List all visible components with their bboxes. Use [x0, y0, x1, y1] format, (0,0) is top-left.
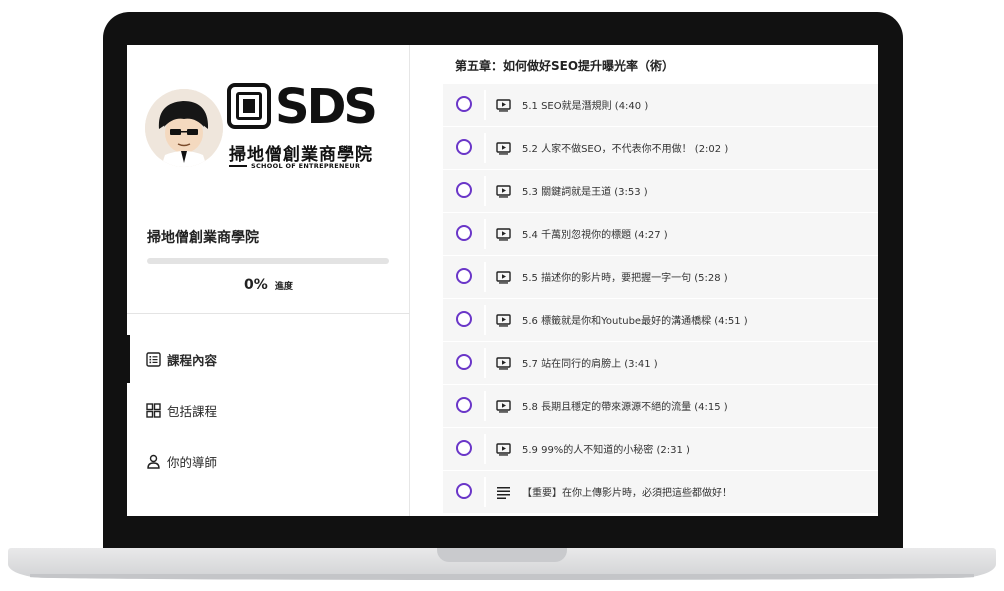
lesson-item[interactable]: 5.9 99%的人不知道的小秘密 (2:31 ): [443, 428, 878, 470]
lesson-separator: [484, 133, 486, 163]
progress-bar: [147, 258, 389, 264]
chapter-title: 第五章：如何做好SEO提升曝光率（術）: [455, 59, 675, 73]
lesson-complete-checkbox[interactable]: [456, 182, 472, 198]
lesson-item[interactable]: 5.2 人家不做SEO，不代表你不用做！ (2:02 ): [443, 127, 878, 169]
avatar: [145, 89, 223, 167]
laptop-notch: [437, 548, 567, 562]
video-icon: [496, 140, 511, 155]
laptop-base-shadow: [30, 574, 974, 580]
lesson-item[interactable]: 5.8 長期且穩定的帶來源源不絕的流量 (4:15 ): [443, 385, 878, 427]
lesson-complete-checkbox[interactable]: [456, 483, 472, 499]
lesson-complete-checkbox[interactable]: [456, 225, 472, 241]
logo-dash: [229, 165, 247, 167]
avatar-illustration: [145, 89, 223, 167]
video-icon: [496, 183, 511, 198]
list-icon: [146, 351, 161, 367]
lesson-complete-checkbox[interactable]: [456, 311, 472, 327]
lesson-complete-checkbox[interactable]: [456, 354, 472, 370]
lesson-item[interactable]: 5.5 描述你的影片時，要把握一字一句 (5:28 ): [443, 256, 878, 298]
lesson-separator: [484, 391, 486, 421]
grid-icon: [146, 402, 161, 418]
sidebar-divider: [127, 313, 410, 314]
app-screen: SDS 掃地僧創業商學院 SCHOOL OF ENTREPRENEUR 掃地僧創…: [127, 45, 878, 516]
sidebar-item-label: 你的導師: [167, 454, 218, 470]
sidebar-item-label: 包括課程: [167, 403, 218, 419]
video-icon: [496, 97, 511, 112]
lesson-separator: [484, 305, 486, 335]
user-icon: [146, 454, 161, 469]
lesson-title: 【重要】在你上傳影片時，必須把這些都做好！: [522, 488, 732, 499]
video-icon: [496, 226, 511, 241]
video-icon: [496, 269, 511, 284]
lesson-complete-checkbox[interactable]: [456, 397, 472, 413]
lesson-item[interactable]: 5.6 標籤就是你和Youtube最好的溝通橋樑 (4:51 ): [443, 299, 878, 341]
lesson-title: 5.6 標籤就是你和Youtube最好的溝通橋樑 (4:51 ): [522, 316, 748, 327]
lesson-title: 5.4 千萬別忽視你的標題 (4:27 ): [522, 230, 668, 241]
lesson-title: 5.5 描述你的影片時，要把握一字一句 (5:28 ): [522, 273, 728, 284]
lesson-separator: [484, 219, 486, 249]
lesson-item[interactable]: 5.7 站在同行的肩膀上 (3:41 ): [443, 342, 878, 384]
text-icon: [496, 484, 511, 499]
sidebar-item-your-instructor[interactable]: 你的導師: [127, 437, 410, 485]
course-content-panel: 第五章：如何做好SEO提升曝光率（術） 5.1 SEO就是潛規則 (4:40 )…: [410, 45, 878, 516]
lesson-separator: [484, 348, 486, 378]
logo-english-name: SCHOOL OF ENTREPRENEUR: [251, 162, 361, 170]
lesson-complete-checkbox[interactable]: [456, 268, 472, 284]
video-icon: [496, 441, 511, 456]
lesson-item[interactable]: 5.3 關鍵詞就是王道 (3:53 ): [443, 170, 878, 212]
sidebar-item-included-courses[interactable]: 包括課程: [127, 386, 410, 434]
lesson-title: 5.9 99%的人不知道的小秘密 (2:31 ): [522, 445, 690, 456]
lesson-title: 5.3 關鍵詞就是王道 (3:53 ): [522, 187, 648, 198]
lesson-title: 5.7 站在同行的肩膀上 (3:41 ): [522, 359, 658, 370]
brand-logo: SDS 掃地僧創業商學院 SCHOOL OF ENTREPRENEUR: [227, 79, 378, 173]
lesson-separator: [484, 477, 486, 507]
logo-mark-icon: [227, 83, 271, 129]
video-icon: [496, 355, 511, 370]
sidebar-item-label: 課程內容: [167, 352, 218, 368]
sidebar: SDS 掃地僧創業商學院 SCHOOL OF ENTREPRENEUR 掃地僧創…: [127, 45, 410, 516]
lesson-title: 5.8 長期且穩定的帶來源源不絕的流量 (4:15 ): [522, 402, 728, 413]
sidebar-item-course-content[interactable]: 課程內容: [127, 335, 410, 383]
progress-unit: 進度: [274, 282, 293, 292]
lesson-item[interactable]: 【重要】在你上傳影片時，必須把這些都做好！: [443, 471, 878, 513]
lesson-complete-checkbox[interactable]: [456, 96, 472, 112]
lesson-item[interactable]: 5.1 SEO就是潛規則 (4:40 ): [443, 84, 878, 126]
lesson-title: 5.2 人家不做SEO，不代表你不用做！ (2:02 ): [522, 144, 729, 155]
lesson-complete-checkbox[interactable]: [456, 440, 472, 456]
logo-letters: SDS: [275, 79, 378, 135]
school-name: 掃地僧創業商學院: [147, 230, 259, 246]
lesson-item[interactable]: 5.4 千萬別忽視你的標題 (4:27 ): [443, 213, 878, 255]
lesson-separator: [484, 176, 486, 206]
lesson-separator: [484, 434, 486, 464]
progress-label: 0% 進度: [127, 274, 410, 293]
lesson-complete-checkbox[interactable]: [456, 139, 472, 155]
video-icon: [496, 312, 511, 327]
lesson-list: 5.1 SEO就是潛規則 (4:40 ) 5.2 人家不做SEO，不代表你不用做…: [443, 84, 878, 514]
lesson-title: 5.1 SEO就是潛規則 (4:40 ): [522, 101, 649, 112]
video-icon: [496, 398, 511, 413]
lesson-separator: [484, 90, 486, 120]
lesson-separator: [484, 262, 486, 292]
progress-percent: 0%: [244, 277, 268, 293]
